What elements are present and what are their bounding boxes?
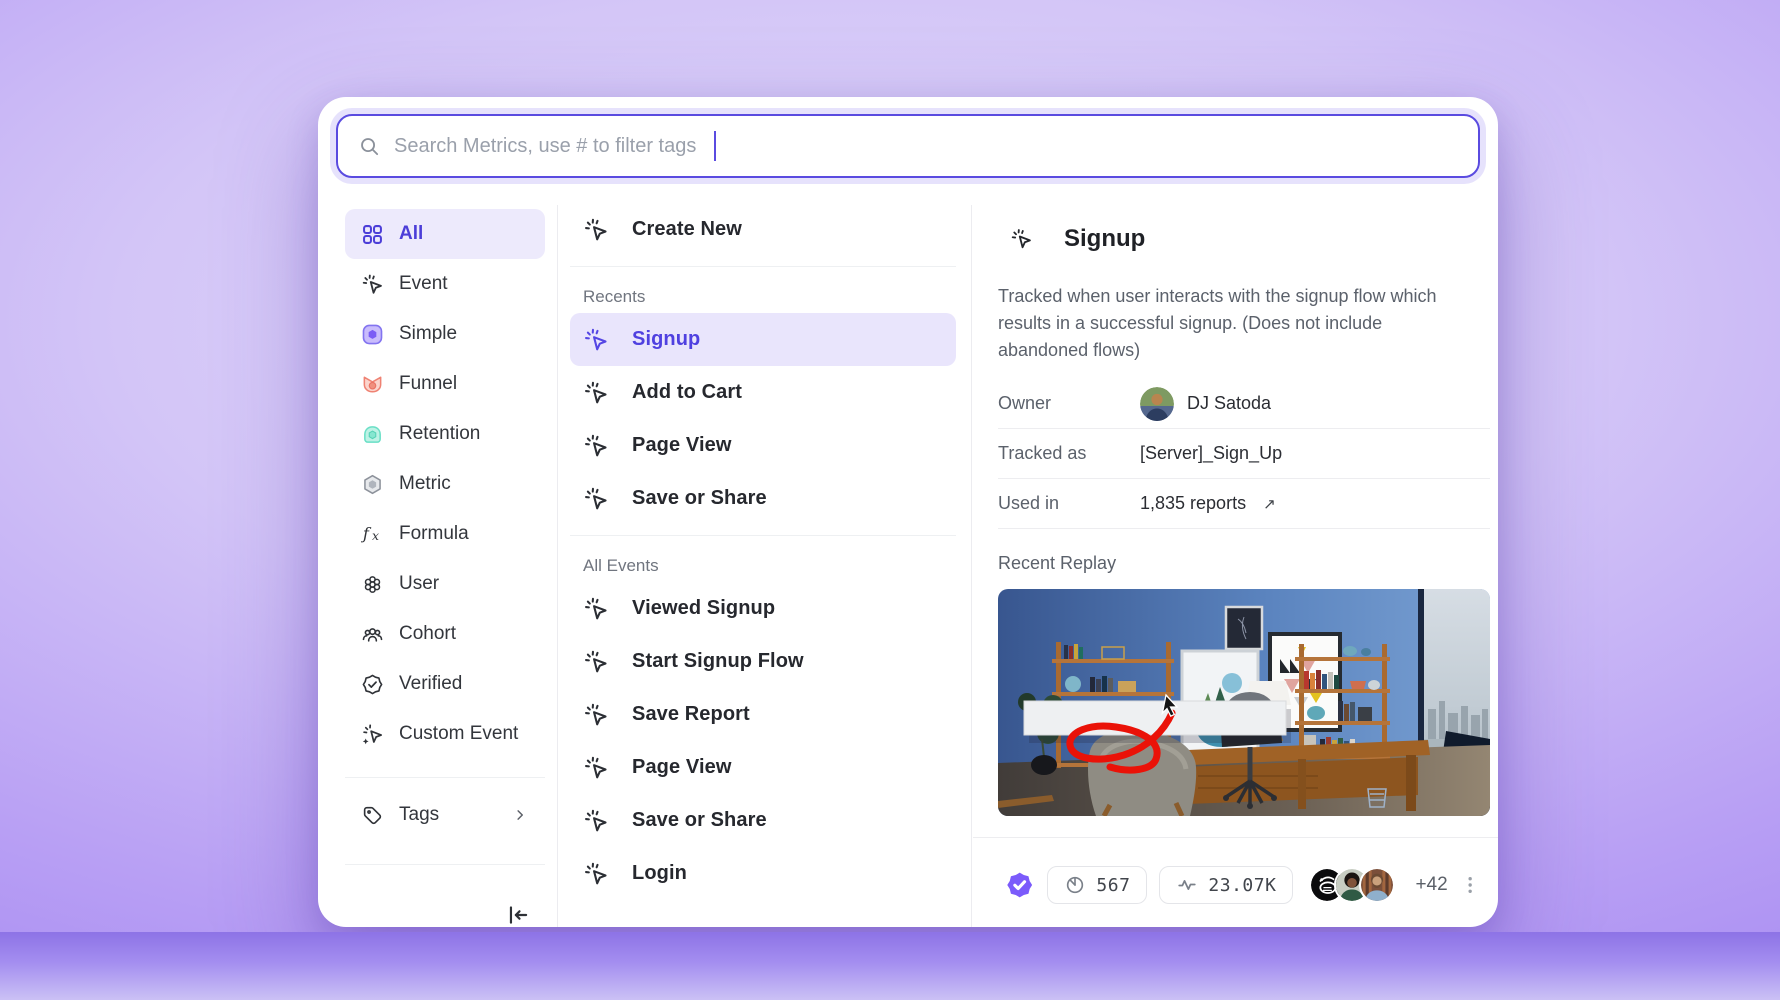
- used-in-row: Used in 1,835 reports ↗: [998, 479, 1490, 529]
- owner-avatar: [1140, 387, 1174, 421]
- event-cursor-icon: [583, 649, 609, 675]
- sidebar-item-retention[interactable]: Retention: [345, 409, 545, 459]
- verified-badge: [1004, 868, 1035, 902]
- desktop-background: Search Metrics, use # to filter tags All…: [0, 0, 1780, 1000]
- event-cursor-icon: [583, 755, 609, 781]
- sidebar-divider: [345, 864, 545, 865]
- event-cursor-icon: [583, 861, 609, 887]
- queries-count-pill[interactable]: 567: [1047, 866, 1147, 904]
- activity-icon: [1176, 874, 1198, 896]
- divider-list-detail: [971, 205, 972, 927]
- list-item-viewed-signup[interactable]: Viewed Signup: [570, 582, 956, 635]
- page-title: Signup: [1064, 225, 1145, 253]
- reports-link[interactable]: 1,835 reports ↗: [1140, 493, 1276, 514]
- detail-title-row: Signup: [1010, 219, 1490, 259]
- event-cursor-icon: [583, 808, 609, 834]
- list-item-start-signup-flow[interactable]: Start Signup Flow: [570, 635, 956, 688]
- event-description: Tracked when user interacts with the sig…: [998, 283, 1450, 364]
- external-link-arrow-icon: ↗: [1263, 495, 1276, 513]
- metrics-search-modal: Search Metrics, use # to filter tags All…: [318, 97, 1498, 927]
- sidebar-item-formula[interactable]: Formula: [345, 509, 545, 559]
- list-item-page-view[interactable]: Page View: [570, 419, 956, 472]
- list-item-signup[interactable]: Signup: [570, 313, 956, 366]
- more-users-count: +42: [1415, 874, 1447, 896]
- tag-icon: [361, 804, 384, 827]
- formula-icon: [361, 523, 384, 546]
- simple-icon: [361, 323, 384, 346]
- event-cursor-icon: [583, 486, 609, 512]
- list-item-add-to-cart[interactable]: Add to Cart: [570, 366, 956, 419]
- retention-icon: [361, 423, 384, 446]
- list-item-page-view-2[interactable]: Page View: [570, 741, 956, 794]
- sidebar-divider: [345, 777, 545, 778]
- section-label-recents: Recents: [570, 277, 956, 313]
- custom-event-icon: [361, 723, 384, 746]
- cohort-icon: [361, 623, 384, 646]
- sidebar-item-verified[interactable]: Verified: [345, 659, 545, 709]
- list-item-save-report[interactable]: Save Report: [570, 688, 956, 741]
- metric-icon: [361, 473, 384, 496]
- list-divider: [570, 535, 956, 536]
- list-item-login[interactable]: Login: [570, 847, 956, 900]
- sidebar-item-user[interactable]: User: [345, 559, 545, 609]
- event-cursor-icon: [583, 702, 609, 728]
- sidebar-item-cohort[interactable]: Cohort: [345, 609, 545, 659]
- metrics-list: Create New Recents Signup Add to Cart Pa…: [570, 203, 956, 900]
- sidebar-item-tags[interactable]: Tags: [345, 790, 545, 840]
- event-detail-panel: Signup Tracked when user interacts with …: [998, 205, 1490, 816]
- list-divider: [570, 266, 956, 267]
- sidebar-item-funnel[interactable]: Funnel: [345, 359, 545, 409]
- owner-row: Owner DJ Satoda: [998, 379, 1490, 429]
- user-icon: [361, 573, 384, 596]
- tracked-as-row: Tracked as [Server]_Sign_Up: [998, 429, 1490, 479]
- search-input[interactable]: Search Metrics, use # to filter tags: [336, 114, 1480, 178]
- more-options-icon[interactable]: [1460, 874, 1480, 896]
- recent-replay-label: Recent Replay: [998, 543, 1490, 583]
- funnel-icon: [361, 373, 384, 396]
- sidebar-item-custom-event[interactable]: Custom Event: [345, 709, 545, 759]
- sidebar-item-all[interactable]: All: [345, 209, 545, 259]
- event-cursor-icon: [583, 433, 609, 459]
- user-avatar-stack[interactable]: [1309, 867, 1395, 903]
- sidebar-item-simple[interactable]: Simple: [345, 309, 545, 359]
- event-cursor-icon: [361, 273, 384, 296]
- replay-thumbnail[interactable]: [998, 589, 1490, 816]
- avatar: [1359, 867, 1395, 903]
- grid-icon: [361, 223, 384, 246]
- list-item-save-or-share-2[interactable]: Save or Share: [570, 794, 956, 847]
- collapse-sidebar-icon[interactable]: [505, 902, 531, 928]
- event-cursor-icon: [583, 327, 609, 353]
- search-placeholder: Search Metrics, use # to filter tags: [394, 135, 696, 158]
- footer-divider: [973, 837, 1498, 838]
- sidebar-item-event[interactable]: Event: [345, 259, 545, 309]
- events-count-pill[interactable]: 23.07K: [1159, 866, 1293, 904]
- divider-sidebar-list: [557, 205, 558, 927]
- chevron-right-icon: [511, 806, 529, 824]
- text-caret: [714, 131, 716, 161]
- create-new-button[interactable]: Create New: [570, 203, 956, 256]
- event-cursor-icon: [583, 380, 609, 406]
- event-cursor-icon: [583, 217, 609, 243]
- search-icon: [358, 135, 381, 158]
- list-item-save-or-share[interactable]: Save or Share: [570, 472, 956, 525]
- sidebar-item-metric[interactable]: Metric: [345, 459, 545, 509]
- clock-pie-icon: [1064, 874, 1086, 896]
- event-cursor-icon: [1010, 225, 1033, 253]
- detail-footer: 567 23.07K: [1004, 864, 1480, 906]
- event-cursor-icon: [583, 596, 609, 622]
- section-label-all-events: All Events: [570, 546, 956, 582]
- verified-badge-icon: [361, 673, 384, 696]
- filter-sidebar: All Event Simple Funnel Retention Metric: [345, 209, 545, 941]
